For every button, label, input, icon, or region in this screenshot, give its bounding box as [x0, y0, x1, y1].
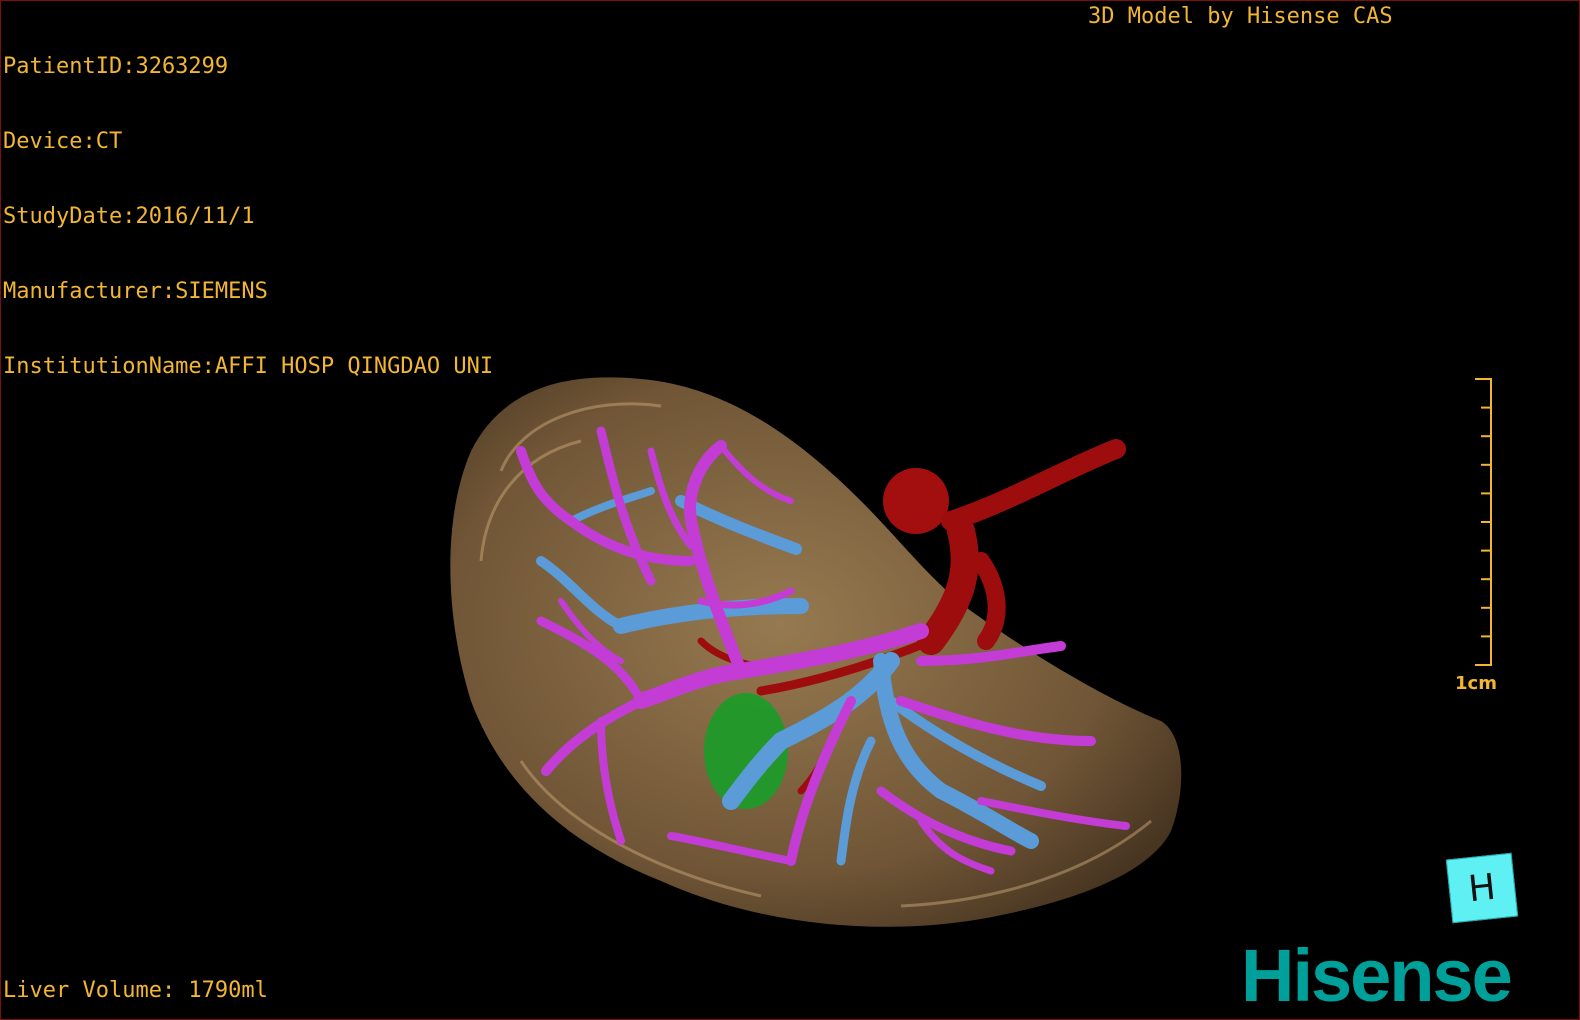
manufacturer: Manufacturer:SIEMENS	[3, 279, 268, 304]
institution-name: InstitutionName:AFFI HOSP QINGDAO UNI	[3, 354, 494, 379]
dicom-info-overlay: PatientID:3263299 Device:CT StudyDate:20…	[3, 4, 493, 429]
orientation-cube[interactable]: H	[1445, 852, 1519, 924]
patient-id: PatientID:3263299	[3, 54, 229, 79]
hisense-logo: Hisense	[1241, 934, 1513, 1017]
liver-volume: Liver Volume: 1790ml	[3, 978, 268, 1003]
model-credit: 3D Model by Hisense CAS	[1088, 4, 1393, 29]
study-date: StudyDate:2016/11/1	[3, 204, 255, 229]
scale-bar	[1475, 378, 1492, 666]
3d-viewport[interactable]: PatientID:3263299 Device:CT StudyDate:20…	[0, 0, 1580, 1020]
device: Device:CT	[3, 129, 123, 154]
orientation-label: H	[1466, 866, 1498, 910]
scale-label: 1cm	[1455, 673, 1497, 694]
